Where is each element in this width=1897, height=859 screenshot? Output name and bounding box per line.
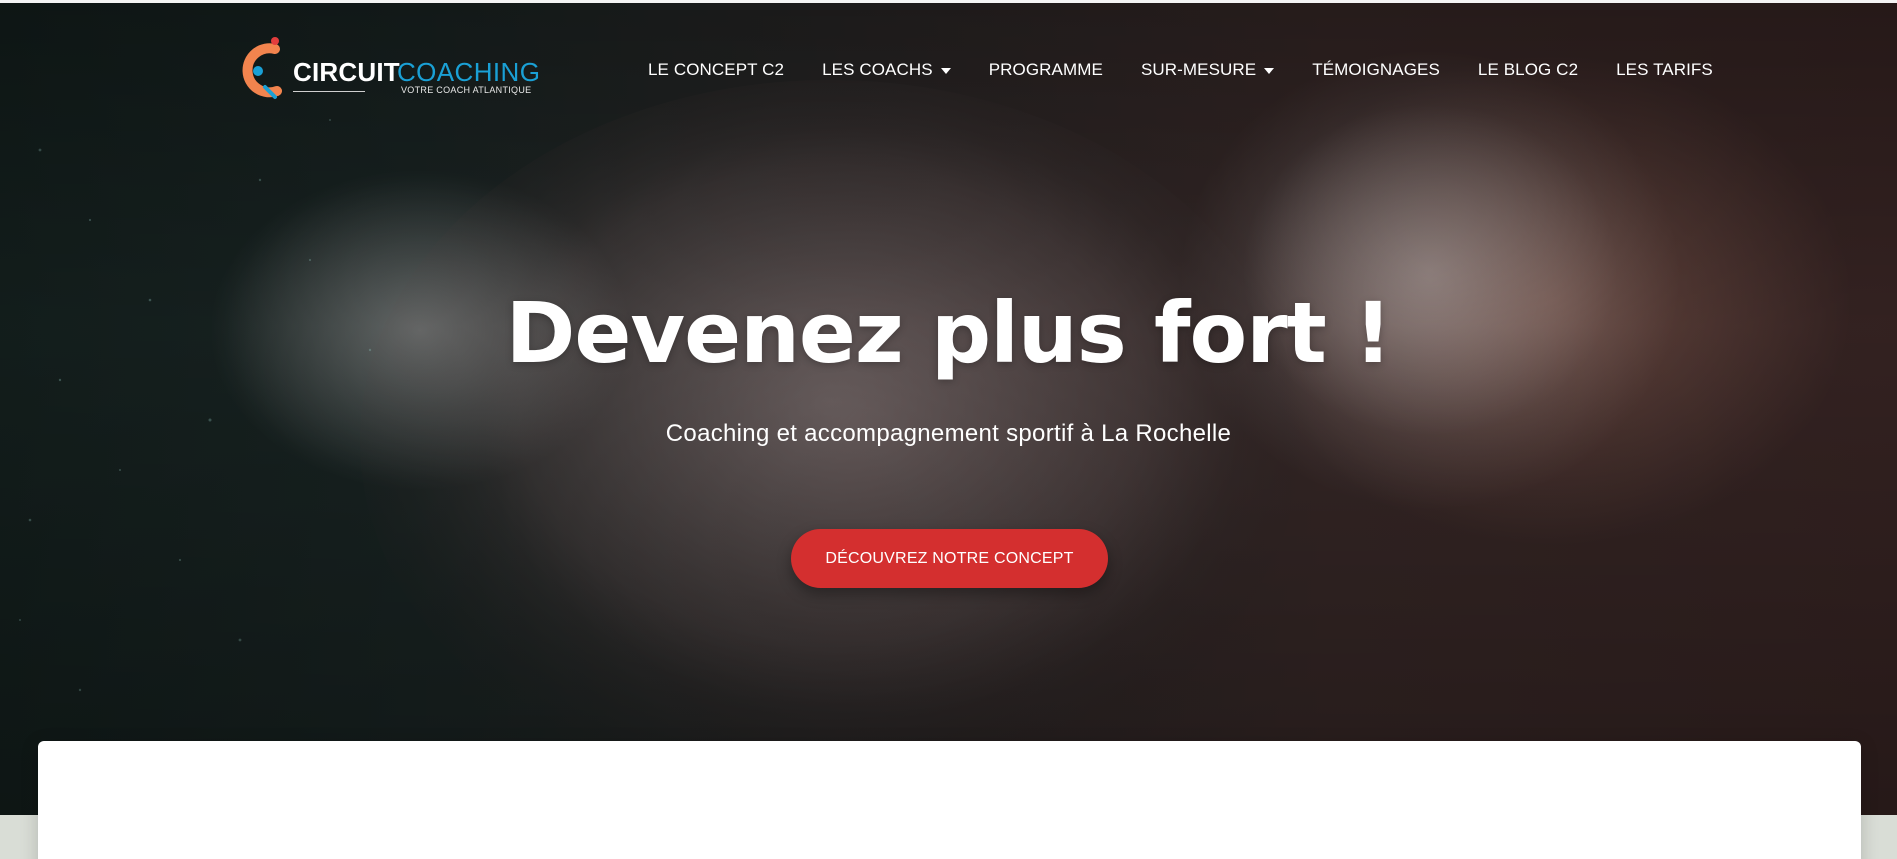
logo-name-accent: COACHING bbox=[397, 57, 541, 87]
nav-item-label: PROGRAMME bbox=[988, 60, 1103, 79]
page: CIRCUIT COACHING VOTRE COACH ATLANTIQUE … bbox=[0, 0, 1897, 859]
nav-item-label: LE BLOG C2 bbox=[1477, 60, 1579, 79]
nav-item-les-tarifs[interactable]: LES TARIFS bbox=[1616, 60, 1713, 80]
nav-item-label: LES COACHS bbox=[822, 60, 933, 79]
discover-concept-button[interactable]: DÉCOUVREZ NOTRE CONCEPT bbox=[791, 529, 1108, 588]
nav-item-label: LE CONCEPT C2 bbox=[648, 60, 785, 79]
hero-subtitle: Coaching et accompagnement sportif à La … bbox=[665, 420, 1232, 447]
logo-divider bbox=[293, 91, 365, 92]
nav-item-temoignages[interactable]: TÉMOIGNAGES bbox=[1312, 60, 1440, 80]
logo-mark-icon bbox=[242, 37, 282, 99]
brand-logo[interactable]: CIRCUIT COACHING VOTRE COACH ATLANTIQUE bbox=[235, 35, 545, 105]
caret-down-icon bbox=[940, 68, 951, 74]
nav-item-le-concept-c2[interactable]: LE CONCEPT C2 bbox=[648, 60, 784, 80]
site-header: CIRCUIT COACHING VOTRE COACH ATLANTIQUE … bbox=[0, 3, 1897, 123]
main-navigation: LE CONCEPT C2 LES COACHS PROGRAMME SUR-M… bbox=[648, 56, 1713, 84]
content-card bbox=[38, 741, 1861, 859]
nav-item-label: TÉMOIGNAGES bbox=[1312, 60, 1440, 79]
logo-tagline: VOTRE COACH ATLANTIQUE bbox=[401, 85, 532, 95]
hero-title: Devenez plus fort ! bbox=[505, 284, 1393, 382]
nav-item-label: LES TARIFS bbox=[1616, 60, 1713, 79]
logo-name-main: CIRCUIT bbox=[293, 57, 400, 87]
nav-item-les-coachs[interactable]: LES COACHS bbox=[822, 60, 951, 80]
nav-item-le-blog-c2[interactable]: LE BLOG C2 bbox=[1478, 60, 1578, 80]
nav-item-sur-mesure[interactable]: SUR-MESURE bbox=[1140, 60, 1275, 80]
nav-item-label: SUR-MESURE bbox=[1140, 60, 1257, 79]
nav-item-programme[interactable]: PROGRAMME bbox=[989, 60, 1103, 80]
caret-down-icon bbox=[1264, 68, 1275, 74]
